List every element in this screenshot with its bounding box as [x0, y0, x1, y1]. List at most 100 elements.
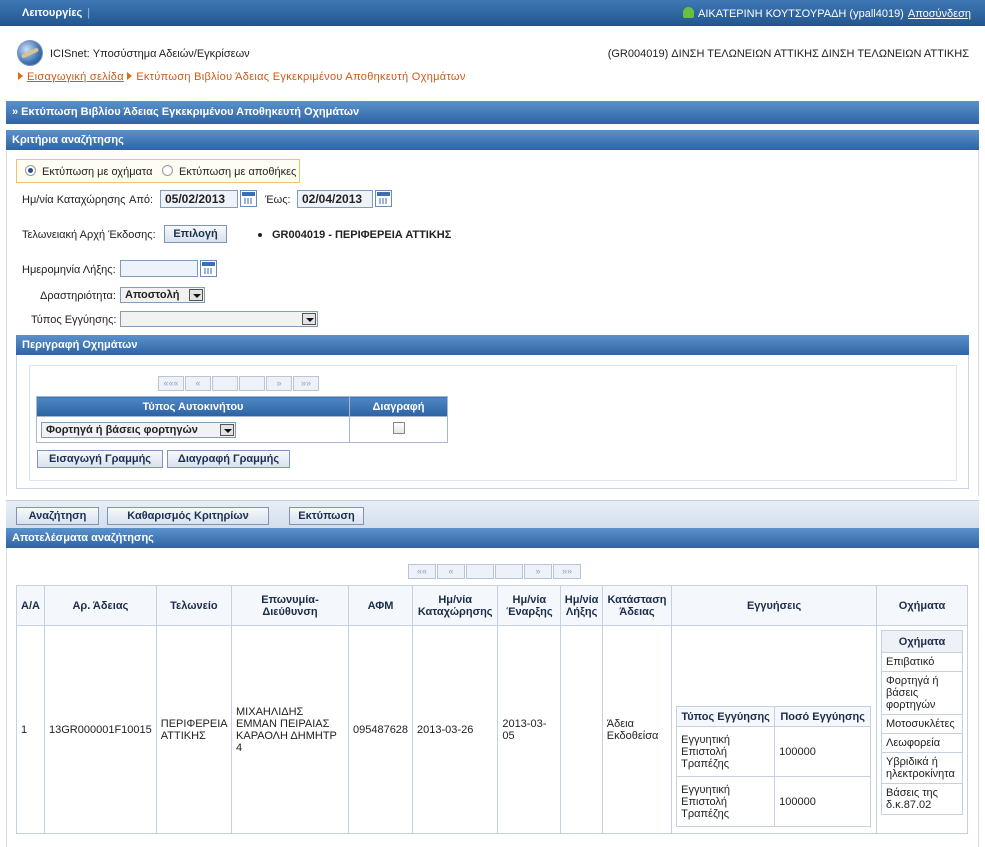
guarantees-table: Τύπος Εγγύησης Ποσό Εγγύησης Εγγυητική Ε…	[676, 706, 872, 827]
pager-page-box[interactable]	[466, 564, 494, 579]
to-label: Έως:	[265, 194, 291, 206]
cell-vehicles: Οχήματα Επιβατικό Φορτηγά ή βάσεις φορτη…	[876, 625, 968, 834]
to-calendar-icon[interactable]	[375, 190, 392, 207]
col-license: Αρ. Άδειας	[44, 585, 157, 626]
breadcrumb-home-link[interactable]: Εισαγωγική σελίδα	[27, 71, 124, 83]
expiry-date-label: Ημερομηνία Λήξης:	[22, 264, 116, 276]
pager-last-button[interactable]: »»	[293, 376, 319, 391]
app-header: ICISnet: Υποσύστημα Αδειών/Εγκρίσεων (GR…	[0, 26, 985, 96]
delete-row-checkbox[interactable]	[392, 422, 405, 434]
clear-criteria-button[interactable]: Καθαρισμός Κριτηρίων	[107, 507, 269, 525]
functions-menu-label[interactable]: Λειτουργίες	[22, 7, 82, 19]
logout-link[interactable]: Αποσύνδεση	[908, 8, 971, 20]
pager-page-box[interactable]	[239, 376, 265, 391]
results-section-title: Αποτελέσματα αναζήτησης	[6, 528, 979, 548]
delete-cell	[349, 416, 448, 443]
pager-page-box[interactable]	[495, 564, 523, 579]
results-header-row: Α/Α Αρ. Άδειας Τελωνείο Επωνυμία-Διεύθυν…	[15, 585, 968, 626]
cell-license: 13GR000001F10015	[44, 625, 157, 834]
pager-prev-button[interactable]: «	[185, 376, 211, 391]
pager-next-button[interactable]: »	[524, 564, 552, 579]
vehicles-list-header: Οχήματα	[881, 630, 963, 653]
col-expiry-date: Ημ/νία Λήξης	[560, 585, 603, 626]
add-row-button[interactable]: Εισαγωγή Γραμμής	[37, 450, 163, 468]
radio-print-warehouses[interactable]	[162, 165, 173, 176]
page-title: » Εκτύπωση Βιβλίου Άδειας Εγκεκριμένου Α…	[6, 101, 979, 124]
activity-select[interactable]: Αποστολή	[120, 287, 205, 303]
search-button[interactable]: Αναζήτηση	[16, 507, 99, 525]
pager-last-button[interactable]: »»	[553, 564, 581, 579]
list-item: Υβριδικά ή ηλεκτροκίνητα	[881, 752, 963, 784]
vehicles-section-title: Περιγραφή Οχημάτων	[16, 335, 969, 355]
criteria-section-title: Κριτήρια αναζήτησης	[6, 130, 979, 150]
top-navigation-bar: Λειτουργίες | ΑΙΚΑΤΕΡΙΝΗ ΚΟΥΤΣΟΥΡΑΔΗ (ypa…	[0, 0, 985, 26]
col-start-date: Ημ/νία Έναρξης	[497, 585, 562, 626]
vehicle-type-select[interactable]: Φορτηγά ή βάσεις φορτηγών	[41, 421, 236, 438]
results-pager: «« « » »»	[408, 564, 582, 579]
table-row: 1 13GR000001F10015 ΠΕΡΙΦΕΡΕΙΑ ΑΤΤΙΚΗΣ ΜΙ…	[15, 625, 968, 834]
select-customs-button[interactable]: Επιλογή	[164, 225, 227, 243]
guarantee-type-select[interactable]	[120, 311, 318, 327]
office-name: (GR004019) ΔΙΝΣΗ ΤΕΛΩΝΕΙΩΝ ΑΤΤΙΚΗΣ ΔΙΝΣΗ…	[607, 48, 969, 60]
breadcrumb: Εισαγωγική σελίδα Εκτύπωση Βιβλίου Άδεια…	[18, 71, 466, 83]
breadcrumb-current: Εκτύπωση Βιβλίου Άδειας Εγκεκριμένου Απο…	[136, 71, 466, 83]
from-label: Από:	[129, 194, 154, 206]
from-calendar-icon[interactable]	[240, 190, 257, 207]
cell-start-date: 2013-03-05	[497, 625, 562, 834]
vehicle-type-cell: Φορτηγά ή βάσεις φορτηγών	[36, 416, 350, 443]
cell-expiry-date	[560, 625, 603, 834]
pager-prev-button[interactable]: «	[437, 564, 465, 579]
list-item: Λεωφορεία	[881, 733, 963, 753]
radio-print-vehicles[interactable]	[25, 165, 36, 176]
guarantee-amount-cell: 100000	[774, 726, 872, 777]
chevron-down-icon	[220, 423, 234, 436]
from-date-input[interactable]: 05/02/2013	[160, 190, 238, 208]
radio-print-warehouses-label[interactable]: Εκτύπωση με αποθήκες	[179, 166, 296, 178]
vehicles-table: Τύπος Αυτοκινήτου Διαγραφή Φορτηγά ή βάσ…	[36, 396, 448, 443]
col-status: Κατάσταση Άδειας	[601, 585, 673, 626]
guarantee-amount-cell: 100000	[774, 776, 872, 827]
cell-aa: 1	[15, 625, 46, 834]
to-date-input[interactable]: 02/04/2013	[297, 190, 373, 208]
globe-logo-icon	[17, 40, 43, 66]
cell-afm: 095487628	[347, 625, 414, 834]
cell-status: Άδεια Εκδοθείσα	[601, 625, 673, 834]
breadcrumb-arrow-icon	[18, 72, 23, 80]
list-item: Μοτοσυκλέτες	[881, 714, 963, 734]
pager-page-box[interactable]	[212, 376, 238, 391]
radio-print-vehicles-label[interactable]: Εκτύπωση με οχήματα	[42, 166, 152, 178]
expiry-calendar-icon[interactable]	[200, 260, 217, 277]
pager-first-button[interactable]: «««	[158, 376, 184, 391]
activity-select-value: Αποστολή	[125, 289, 180, 301]
col-aa: Α/Α	[15, 585, 46, 626]
col-afm: ΑΦΜ	[347, 585, 414, 626]
list-item: Βάσεις της δ.κ.87.02	[881, 783, 963, 815]
breadcrumb-arrow-icon	[127, 72, 133, 80]
guarantee-type-cell: Εγγυητική Επιστολή Τραπέζης	[676, 726, 776, 777]
registration-date-label: Ημ/νία Καταχώρησης	[22, 194, 126, 206]
print-mode-radio-group: Εκτύπωση με οχήματα Εκτύπωση με αποθήκες	[16, 159, 300, 183]
pager-next-button[interactable]: »	[266, 376, 292, 391]
col-registration-date: Ημ/νία Καταχώρησης	[412, 585, 499, 626]
guarantee-amount-header: Ποσό Εγγύησης	[774, 706, 872, 727]
functions-menu[interactable]: Λειτουργίες |	[22, 7, 90, 19]
vehicles-list-table: Οχήματα Επιβατικό Φορτηγά ή βάσεις φορτη…	[881, 630, 963, 815]
vehicle-type-header: Τύπος Αυτοκινήτου	[36, 396, 350, 417]
user-info: ΑΙΚΑΤΕΡΙΝΗ ΚΟΥΤΣΟΥΡΑΔΗ (ypall4019) Αποσύν…	[682, 7, 971, 20]
user-icon	[682, 7, 694, 18]
pager-first-button[interactable]: ««	[408, 564, 436, 579]
cell-customs: ΠΕΡΙΦΕΡΕΙΑ ΑΤΤΙΚΗΣ	[155, 625, 233, 834]
app-name: ICISnet: Υποσύστημα Αδειών/Εγκρίσεων	[50, 48, 250, 60]
guarantee-row: Εγγυητική Επιστολή Τραπέζης 100000	[676, 726, 872, 777]
print-button[interactable]: Εκτύπωση	[289, 507, 364, 525]
selected-office: GR004019 - ΠΕΡΙΦΕΡΕΙΑ ΑΤΤΙΚΗΣ	[272, 229, 452, 241]
results-table: Α/Α Αρ. Άδειας Τελωνείο Επωνυμία-Διεύθυν…	[15, 585, 968, 834]
expiry-date-input[interactable]	[120, 260, 198, 277]
delete-row-button[interactable]: Διαγραφή Γραμμής	[167, 450, 290, 468]
customs-authority-label: Τελωνειακή Αρχή Έκδοσης:	[22, 229, 156, 241]
list-item: Φορτηγά ή βάσεις φορτηγών	[881, 671, 963, 715]
cell-registration-date: 2013-03-26	[412, 625, 499, 834]
col-vehicles: Οχήματα	[876, 585, 968, 626]
menu-separator: |	[87, 7, 91, 19]
vehicle-row: Φορτηγά ή βάσεις φορτηγών	[36, 416, 448, 443]
